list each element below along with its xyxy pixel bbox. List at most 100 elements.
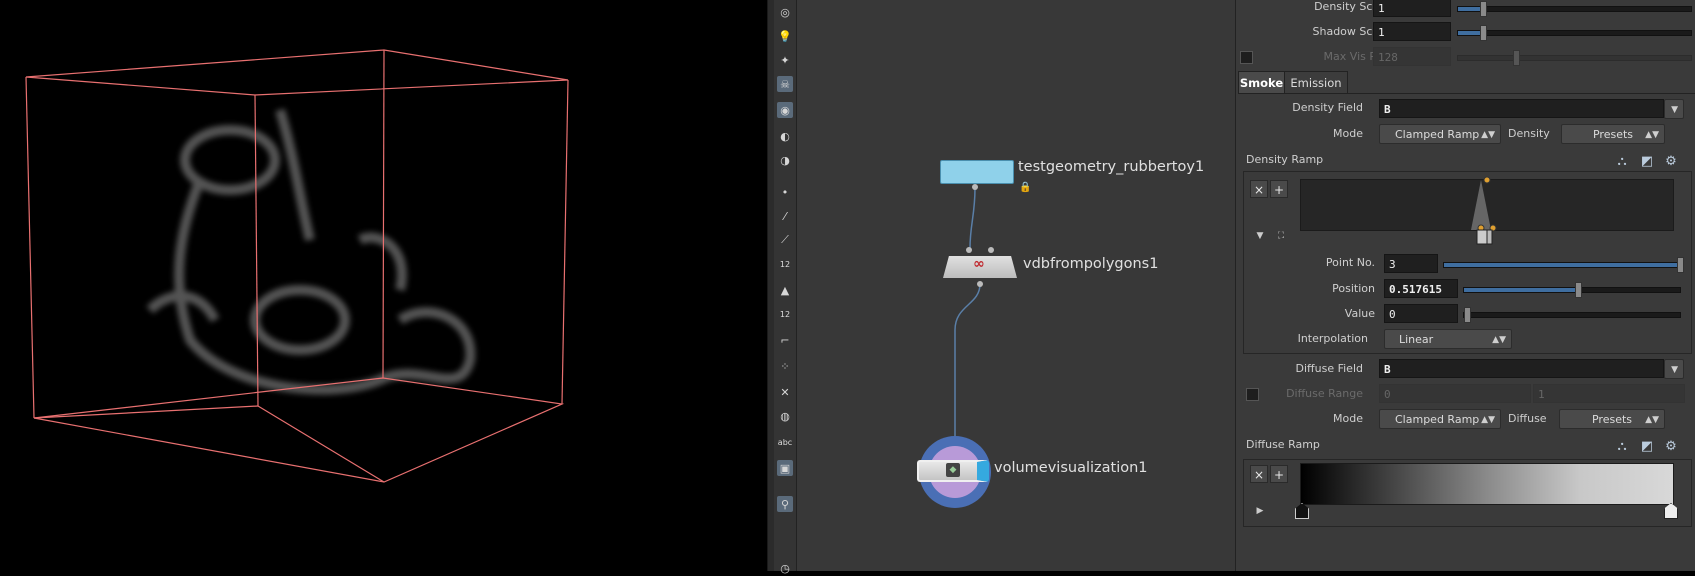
point-no-slider[interactable]	[1443, 257, 1684, 273]
collapse-triangle-icon[interactable]: ▼	[1252, 228, 1268, 244]
diffuse-mode-value: Clamped Ramp	[1395, 413, 1480, 426]
position-label: Position	[1332, 282, 1375, 295]
paint-icon[interactable]: ▲	[777, 282, 793, 298]
diffuse-presets-value: Presets	[1591, 413, 1633, 426]
diffuse-field-menu[interactable]: ▼	[1664, 359, 1684, 379]
node-label: vdbfrompolygons1	[1023, 256, 1159, 272]
density-scale-field[interactable]: 1	[1373, 0, 1451, 17]
rubber-toy-volume	[146, 108, 476, 395]
diffuse-mode-select[interactable]: Clamped Ramp ▲▼	[1379, 409, 1501, 429]
gear-icon[interactable]: ⚙	[1663, 154, 1679, 170]
viewport-3d[interactable]	[0, 0, 767, 571]
density-mode-select[interactable]: Clamped Ramp ▲▼	[1379, 124, 1501, 144]
node-label: testgeometry_rubbertoy1	[1018, 159, 1205, 175]
volume-icon: ◆	[946, 463, 960, 477]
diffuse-presets-label: Diffuse	[1508, 412, 1547, 425]
clock-icon[interactable]: ◷	[777, 560, 793, 576]
tab-emission[interactable]: Emission	[1284, 71, 1348, 94]
vdb-icon: ∞	[973, 256, 985, 272]
tab-smoke[interactable]: Smoke	[1238, 71, 1285, 94]
density-field-input[interactable]: B	[1379, 99, 1664, 118]
diffuse-field-input[interactable]: B	[1379, 359, 1664, 378]
slider-handle[interactable]	[1513, 50, 1520, 66]
gear-icon[interactable]: ⚙	[1663, 439, 1679, 455]
shadow-scale-slider[interactable]	[1457, 25, 1692, 41]
ramp-edit-icon[interactable]: ◩	[1639, 439, 1655, 455]
image-icon[interactable]: ▣	[777, 460, 793, 476]
density-scale-label: Density Scale	[1314, 0, 1389, 13]
add-point-button[interactable]: +	[1270, 180, 1288, 198]
interpolation-select[interactable]: Linear ▲▼	[1384, 329, 1512, 349]
scatter-icon[interactable]: ⁘	[777, 358, 793, 374]
slider-handle[interactable]	[1677, 257, 1684, 273]
lock-icon: 🔒	[1019, 182, 1032, 193]
slider-handle[interactable]	[1479, 1, 1487, 17]
node-testgeometry-rubbertoy1[interactable]	[940, 160, 1014, 184]
node-output-port[interactable]	[972, 184, 978, 190]
max-vis-res-slider[interactable]	[1457, 50, 1692, 66]
pin-icon[interactable]: ⚲	[777, 496, 793, 512]
prim-numbers-icon[interactable]: 12	[777, 306, 793, 322]
diffuse-ramp-gradient[interactable]	[1300, 463, 1674, 505]
viewport-scene	[25, 49, 569, 483]
shelf-toolbar: ◎ 💡 ✦ ☠ ◉ ◐ ◑ • ⁄ ⟋ 12 ▲ 12 ⌐ ⁘ ✕ ◍ abc …	[774, 0, 797, 575]
network-wires	[954, 187, 981, 438]
point-numbers-icon[interactable]: 12	[777, 256, 793, 272]
position-field[interactable]: 0.517615	[1384, 279, 1458, 298]
sphere-icon[interactable]: ◎	[777, 4, 793, 20]
point-icon[interactable]: •	[777, 184, 793, 200]
skull-icon[interactable]: ☠	[777, 76, 793, 92]
density-ramp-graph[interactable]	[1300, 176, 1674, 245]
remove-point-button[interactable]: ×	[1250, 465, 1268, 483]
chevron-down-icon: ▼	[1671, 105, 1678, 115]
eye-icon[interactable]: ◐	[777, 128, 793, 144]
interpolation-label: Interpolation	[1297, 332, 1368, 345]
eyedropper-icon[interactable]: ⟋	[777, 232, 793, 248]
sphere-toggle-icon[interactable]: ◍	[777, 408, 793, 424]
diffuse-range-min[interactable]: 0	[1379, 384, 1531, 403]
eye-camera-icon[interactable]: ◑	[777, 152, 793, 168]
value-field[interactable]: 0	[1384, 304, 1458, 323]
light-bulb-icon[interactable]: 💡	[777, 28, 793, 44]
ramp-preset-icon[interactable]: ⛬	[1614, 439, 1630, 455]
snap-icon[interactable]: ✕	[777, 384, 793, 400]
density-scale-slider[interactable]	[1457, 1, 1692, 17]
tab-divider	[1238, 93, 1695, 94]
updown-arrow-icon: ▲▼	[1481, 415, 1495, 425]
node-input-port[interactable]	[966, 247, 972, 253]
slider-handle[interactable]	[1479, 25, 1487, 41]
position-slider[interactable]	[1463, 282, 1681, 298]
ramp-edit-icon[interactable]: ◩	[1639, 154, 1655, 170]
updown-arrow-icon: ▲▼	[1492, 335, 1506, 345]
diffuse-range-label: Diffuse Range	[1286, 387, 1363, 400]
remove-point-button[interactable]: ×	[1250, 180, 1268, 198]
diffuse-mode-label: Mode	[1333, 412, 1363, 425]
ramp-preset-icon[interactable]: ⛬	[1614, 154, 1630, 170]
chevron-down-icon: ▼	[1671, 365, 1678, 375]
diffuse-range-max[interactable]: 1	[1533, 384, 1685, 403]
density-field-menu[interactable]: ▼	[1664, 99, 1684, 119]
light-icon[interactable]: ✦	[777, 52, 793, 68]
slider-handle[interactable]	[1464, 307, 1471, 323]
brush-icon[interactable]: ⁄	[777, 208, 793, 224]
value-slider[interactable]	[1463, 307, 1681, 323]
add-point-button[interactable]: +	[1270, 465, 1288, 483]
max-vis-res-field[interactable]: 128	[1373, 47, 1451, 66]
shadow-scale-field[interactable]: 1	[1373, 22, 1451, 41]
text-tool-icon[interactable]: abc	[777, 434, 793, 450]
node-input-port[interactable]	[988, 247, 994, 253]
slider-handle[interactable]	[1574, 282, 1582, 298]
shadow-scale-label: Shadow Scale	[1312, 25, 1390, 38]
grid-ruler-icon[interactable]: ⌐	[777, 332, 793, 348]
max-vis-res-label: Max Vis Res	[1323, 50, 1389, 63]
expand-ramp-icon[interactable]: ⛶	[1273, 228, 1289, 244]
point-no-field[interactable]: 3	[1384, 254, 1438, 273]
density-presets-select[interactable]: Presets ▲▼	[1561, 124, 1665, 144]
updown-arrow-icon: ▲▼	[1645, 415, 1659, 425]
expand-triangle-icon[interactable]: ▶	[1252, 503, 1268, 519]
network-editor[interactable]: 🔒 testgeometry_rubbertoy1 ∞ vdbfrompolyg…	[797, 0, 1235, 571]
camera-icon[interactable]: ◉	[777, 102, 793, 118]
node-output-port[interactable]	[977, 281, 983, 287]
diffuse-presets-select[interactable]: Presets ▲▼	[1559, 409, 1665, 429]
point-no-label: Point No.	[1325, 256, 1375, 269]
